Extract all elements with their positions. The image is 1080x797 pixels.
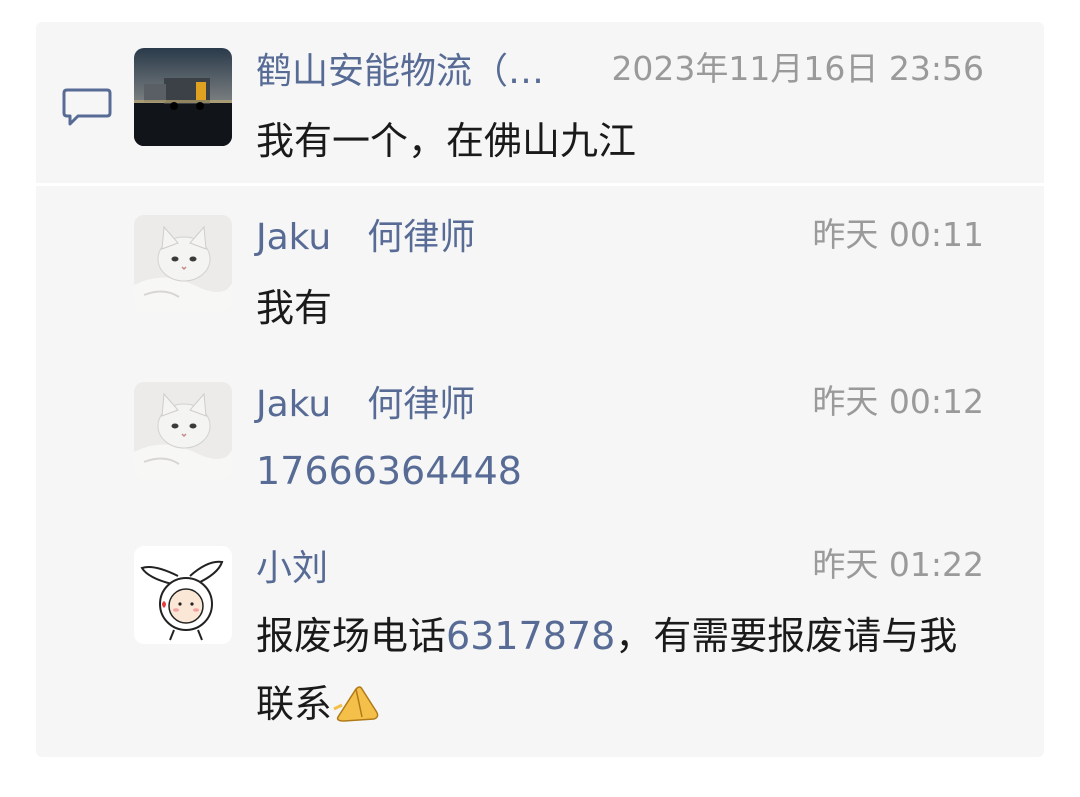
comment-author[interactable]: Jaku 何律师 [256,220,475,256]
white-cat-avatar[interactable] [134,215,232,313]
comment-divider [36,183,1044,186]
bunny-cartoon-avatar[interactable] [134,546,232,644]
comment-author[interactable]: 鹤山安能物流（… [256,54,544,90]
comment-author[interactable]: 小刘 [256,551,328,587]
comment-timestamp: 昨天 01:22 [812,545,984,584]
phone-link[interactable]: 6317878 [446,614,615,658]
phone-link[interactable]: 17666364448 [256,449,522,493]
comment-author[interactable]: Jaku 何律师 [256,387,475,423]
comment-text: 17666364448 [256,437,991,505]
white-cat-avatar[interactable] [134,382,232,480]
truck-photo-avatar[interactable] [134,48,232,146]
comment-text: 我有 [256,286,333,330]
message-text-part: 报废场电话 [256,614,447,658]
comment-timestamp: 昨天 00:12 [812,382,984,421]
comment-text: 我有一个，在佛山九江 [256,119,637,163]
comment-timestamp: 昨天 00:11 [812,215,984,254]
comment-timestamp: 2023年11月16日 23:56 [611,49,984,88]
praying-hands-emoji [333,686,379,722]
comment-icon[interactable] [62,86,112,128]
comment-text: 报废场电话6317878，有需要报废请与我联系 [256,602,991,738]
